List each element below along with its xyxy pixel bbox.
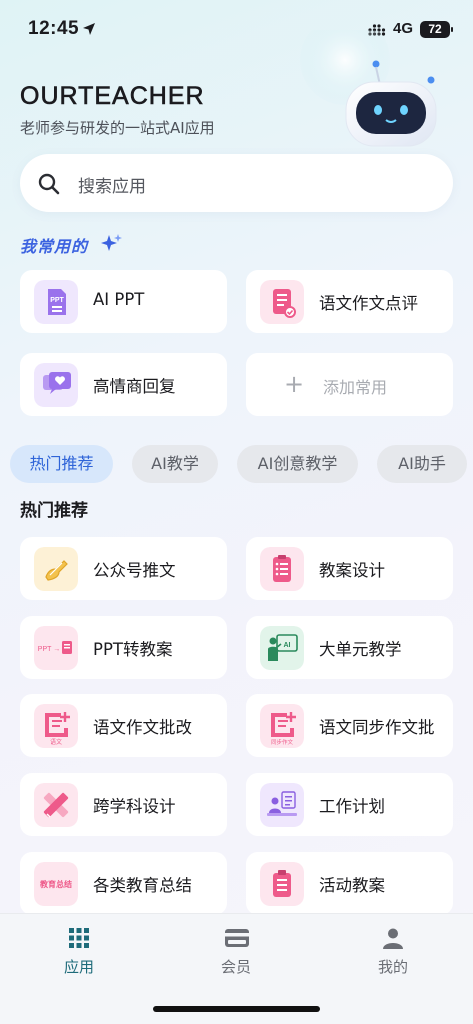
grid-icon [69,928,89,948]
favorite-high-eq-reply[interactable]: 高情商回复 [20,353,227,416]
location-arrow-icon [83,23,95,35]
svg-text:PPT →: PPT → [38,646,60,653]
search-icon [38,173,60,195]
favorite-essay-review[interactable]: 语文作文点评 [246,270,453,333]
app-label: 活动教案 [319,876,385,895]
chat-heart-icon [34,363,78,407]
ppt-icon: PPT [34,280,78,324]
app-lesson-plan[interactable]: 教案设计 [246,537,453,600]
favorite-ai-ppt[interactable]: PPT AI PPT [20,270,227,333]
favorites-title: 我常用的 [20,237,89,256]
app-wechat-article[interactable]: 公众号推文 [20,537,227,600]
app-education-summary[interactable]: 教育总结 各类教育总结 [20,852,227,915]
ppt-convert-icon: PPT → [34,626,78,670]
home-indicator[interactable] [153,1006,320,1012]
app-label: 语文同步作文批 [319,718,435,737]
nav-apps[interactable]: 应用 [39,924,119,984]
card-icon [225,929,249,947]
nav-label: 我的 [377,958,408,976]
app-chinese-sync-essay[interactable]: 同步作文 语文同步作文批 [246,694,453,757]
sparkle-icon [101,234,122,251]
app-label: 公众号推文 [93,561,176,580]
nav-label: 应用 [63,958,94,976]
brand-logo: OURTEACHER [20,82,205,111]
tab-ai-creative-teaching[interactable]: AI创意教学 [237,445,358,483]
summary-icon: 教育总结 [34,862,78,906]
robot-mascot-icon [300,30,437,147]
svg-text:PPT: PPT [50,297,64,304]
svg-text:AI: AI [284,642,291,649]
svg-text:语文: 语文 [50,738,62,746]
app-big-unit-teaching[interactable]: AI 大单元教学 [246,616,453,679]
app-work-plan[interactable]: 工作计划 [246,773,453,836]
chinese-edit-icon: 语文 [34,704,78,748]
app-chinese-essay-grading[interactable]: 语文 语文作文批改 [20,694,227,757]
app-activity-plan[interactable]: 活动教案 [246,852,453,915]
app-label: 大单元教学 [319,640,402,659]
brand-subtitle: 老师参与研发的一站式AI应用 [20,119,215,137]
nav-profile[interactable]: 我的 [353,924,433,984]
ruler-pencil-icon [34,783,78,827]
app-ppt-to-lesson[interactable]: PPT → PPT转教案 [20,616,227,679]
sync-edit-icon: 同步作文 [260,704,304,748]
section-title: 热门推荐 [20,501,88,521]
work-plan-icon [260,783,304,827]
search-bar[interactable]: 搜索应用 [20,154,453,212]
favorite-label: 高情商回复 [93,377,176,396]
app-label: PPT转教案 [93,640,173,659]
tab-ai-assistant[interactable]: AI助手 [377,445,467,483]
plus-icon: + [284,370,305,398]
pen-hand-icon [34,547,78,591]
clipboard-icon [260,862,304,906]
app-label: 各类教育总结 [93,876,192,895]
app-label: 语文作文批改 [93,718,192,737]
favorite-label: 语文作文点评 [319,294,418,313]
nav-label: 会员 [220,958,251,976]
add-favorite-label: 添加常用 [323,378,388,397]
favorite-label: AI PPT [93,290,145,309]
tab-ai-teaching[interactable]: AI教学 [132,445,218,483]
app-label: 工作计划 [319,797,385,816]
svg-text:教育总结: 教育总结 [39,879,72,889]
teacher-board-icon: AI [260,626,304,670]
clipboard-list-icon [260,547,304,591]
app-interdisciplinary-design[interactable]: 跨学科设计 [20,773,227,836]
add-favorite-button[interactable]: + 添加常用 [246,353,453,416]
app-label: 教案设计 [319,561,385,580]
category-tabs: 热门推荐 AI教学 AI创意教学 AI助手 [10,445,473,485]
essay-review-icon [260,280,304,324]
svg-text:同步作文: 同步作文 [271,738,294,746]
user-icon [383,928,403,949]
status-time: 12:45 [28,18,80,39]
app-label: 跨学科设计 [93,797,176,816]
tab-hot[interactable]: 热门推荐 [10,445,113,483]
nav-membership[interactable]: 会员 [196,924,276,984]
search-input[interactable]: 搜索应用 [78,172,146,197]
